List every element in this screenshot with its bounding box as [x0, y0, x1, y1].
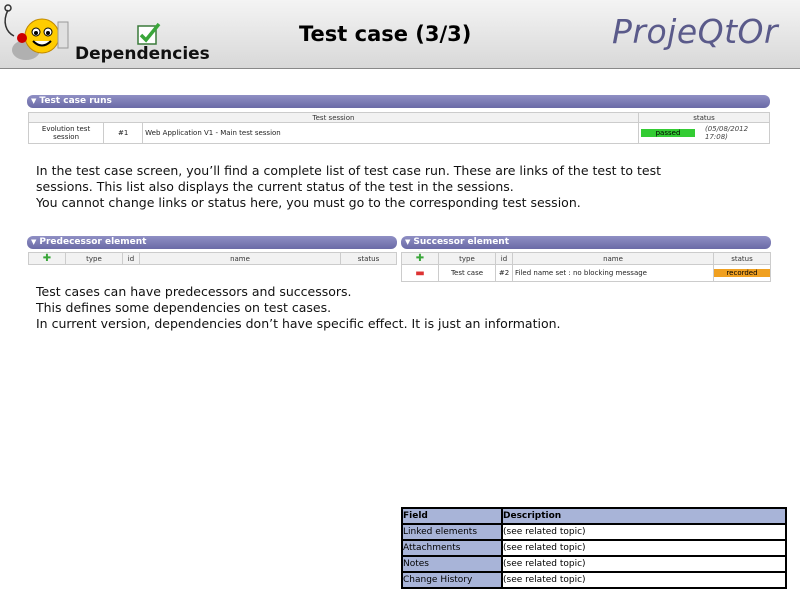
- column-header: status: [638, 112, 770, 123]
- column-header: id: [122, 252, 140, 265]
- collapse-arrow-icon[interactable]: ▼: [31, 238, 36, 246]
- column-header: type: [438, 252, 496, 265]
- fields-table: Field Description Linked elements (see r…: [401, 507, 787, 589]
- panel-title: Test case runs: [39, 96, 112, 106]
- field-name: Linked elements: [401, 523, 503, 541]
- status-badge: passed: [641, 129, 695, 137]
- field-name: Change History: [401, 571, 503, 589]
- table-row: Change History (see related topic): [401, 571, 787, 589]
- column-header: name: [139, 252, 341, 265]
- column-header: type: [65, 252, 123, 265]
- paragraph-test-case-runs: In the test case screen, you’ll find a c…: [36, 163, 661, 211]
- paragraph-line: You cannot change links or status here, …: [36, 195, 581, 210]
- paragraph-line: In current version, dependencies don’t h…: [36, 316, 561, 331]
- predecessor-header[interactable]: ▼ Predecessor element: [27, 236, 397, 249]
- successor-type: Test case: [438, 264, 496, 282]
- test-case-runs-header[interactable]: ▼ Test case runs: [27, 95, 770, 108]
- collapse-arrow-icon[interactable]: ▼: [31, 97, 36, 105]
- field-description: (see related topic): [501, 555, 787, 573]
- successor-table: ✚ type id name status ▬ Test case #2 Fil…: [401, 252, 771, 282]
- paragraph-line: Test cases can have predecessors and suc…: [36, 284, 352, 299]
- predecessor-table: ✚ type id name status: [28, 252, 397, 265]
- paragraph-line: This defines some dependencies on test c…: [36, 300, 332, 315]
- column-header: status: [713, 252, 771, 265]
- run-date: (05/08/2012 17:08): [703, 122, 770, 144]
- status-badge: recorded: [714, 269, 770, 277]
- successor-header[interactable]: ▼ Successor element: [401, 236, 771, 249]
- field-description: (see related topic): [501, 539, 787, 557]
- header-banner: Dependencies Test case (3/3) ProjeQtOr: [0, 0, 800, 69]
- successor-name[interactable]: Filed name set : no blocking message: [512, 264, 714, 282]
- brand-name: ProjeQtOr: [612, 12, 779, 51]
- paragraph-line: In the test case screen, you’ll find a c…: [36, 163, 662, 178]
- smiley-logo-icon: [4, 4, 69, 60]
- paragraph-line: sessions. This list also displays the cu…: [36, 179, 514, 194]
- test-case-runs-table: Test session status Evolution test sessi…: [27, 112, 770, 144]
- run-id: #1: [103, 122, 144, 144]
- add-icon[interactable]: ✚: [43, 253, 51, 264]
- run-session[interactable]: Web Application V1 - Main test session: [142, 122, 639, 144]
- table-row: Attachments (see related topic): [401, 539, 787, 557]
- table-row: Linked elements (see related topic): [401, 523, 787, 541]
- column-header: Test session: [28, 112, 639, 123]
- remove-icon[interactable]: ▬: [415, 268, 424, 279]
- page-title: Test case (3/3): [299, 22, 472, 46]
- add-icon[interactable]: ✚: [416, 253, 424, 264]
- panel-title: Successor element: [413, 237, 510, 247]
- section-label: Dependencies: [75, 44, 210, 64]
- column-header: Description: [501, 507, 787, 525]
- table-row[interactable]: ▬ Test case #2 Filed name set : no block…: [401, 264, 771, 282]
- column-header: Field: [401, 507, 503, 525]
- column-header: id: [495, 252, 513, 265]
- run-name[interactable]: Evolution test session: [27, 122, 105, 144]
- field-name: Attachments: [401, 539, 503, 557]
- table-row: Notes (see related topic): [401, 555, 787, 573]
- successor-id: #2: [495, 264, 513, 282]
- column-header: name: [512, 252, 714, 265]
- field-description: (see related topic): [501, 571, 787, 589]
- collapse-arrow-icon[interactable]: ▼: [405, 238, 410, 246]
- field-name: Notes: [401, 555, 503, 573]
- table-row[interactable]: Evolution test session #1 Web Applicatio…: [27, 122, 770, 144]
- paragraph-dependencies: Test cases can have predecessors and suc…: [36, 284, 561, 332]
- field-description: (see related topic): [501, 523, 787, 541]
- panel-title: Predecessor element: [39, 237, 147, 247]
- check-icon: [137, 22, 161, 45]
- column-header: status: [340, 252, 397, 265]
